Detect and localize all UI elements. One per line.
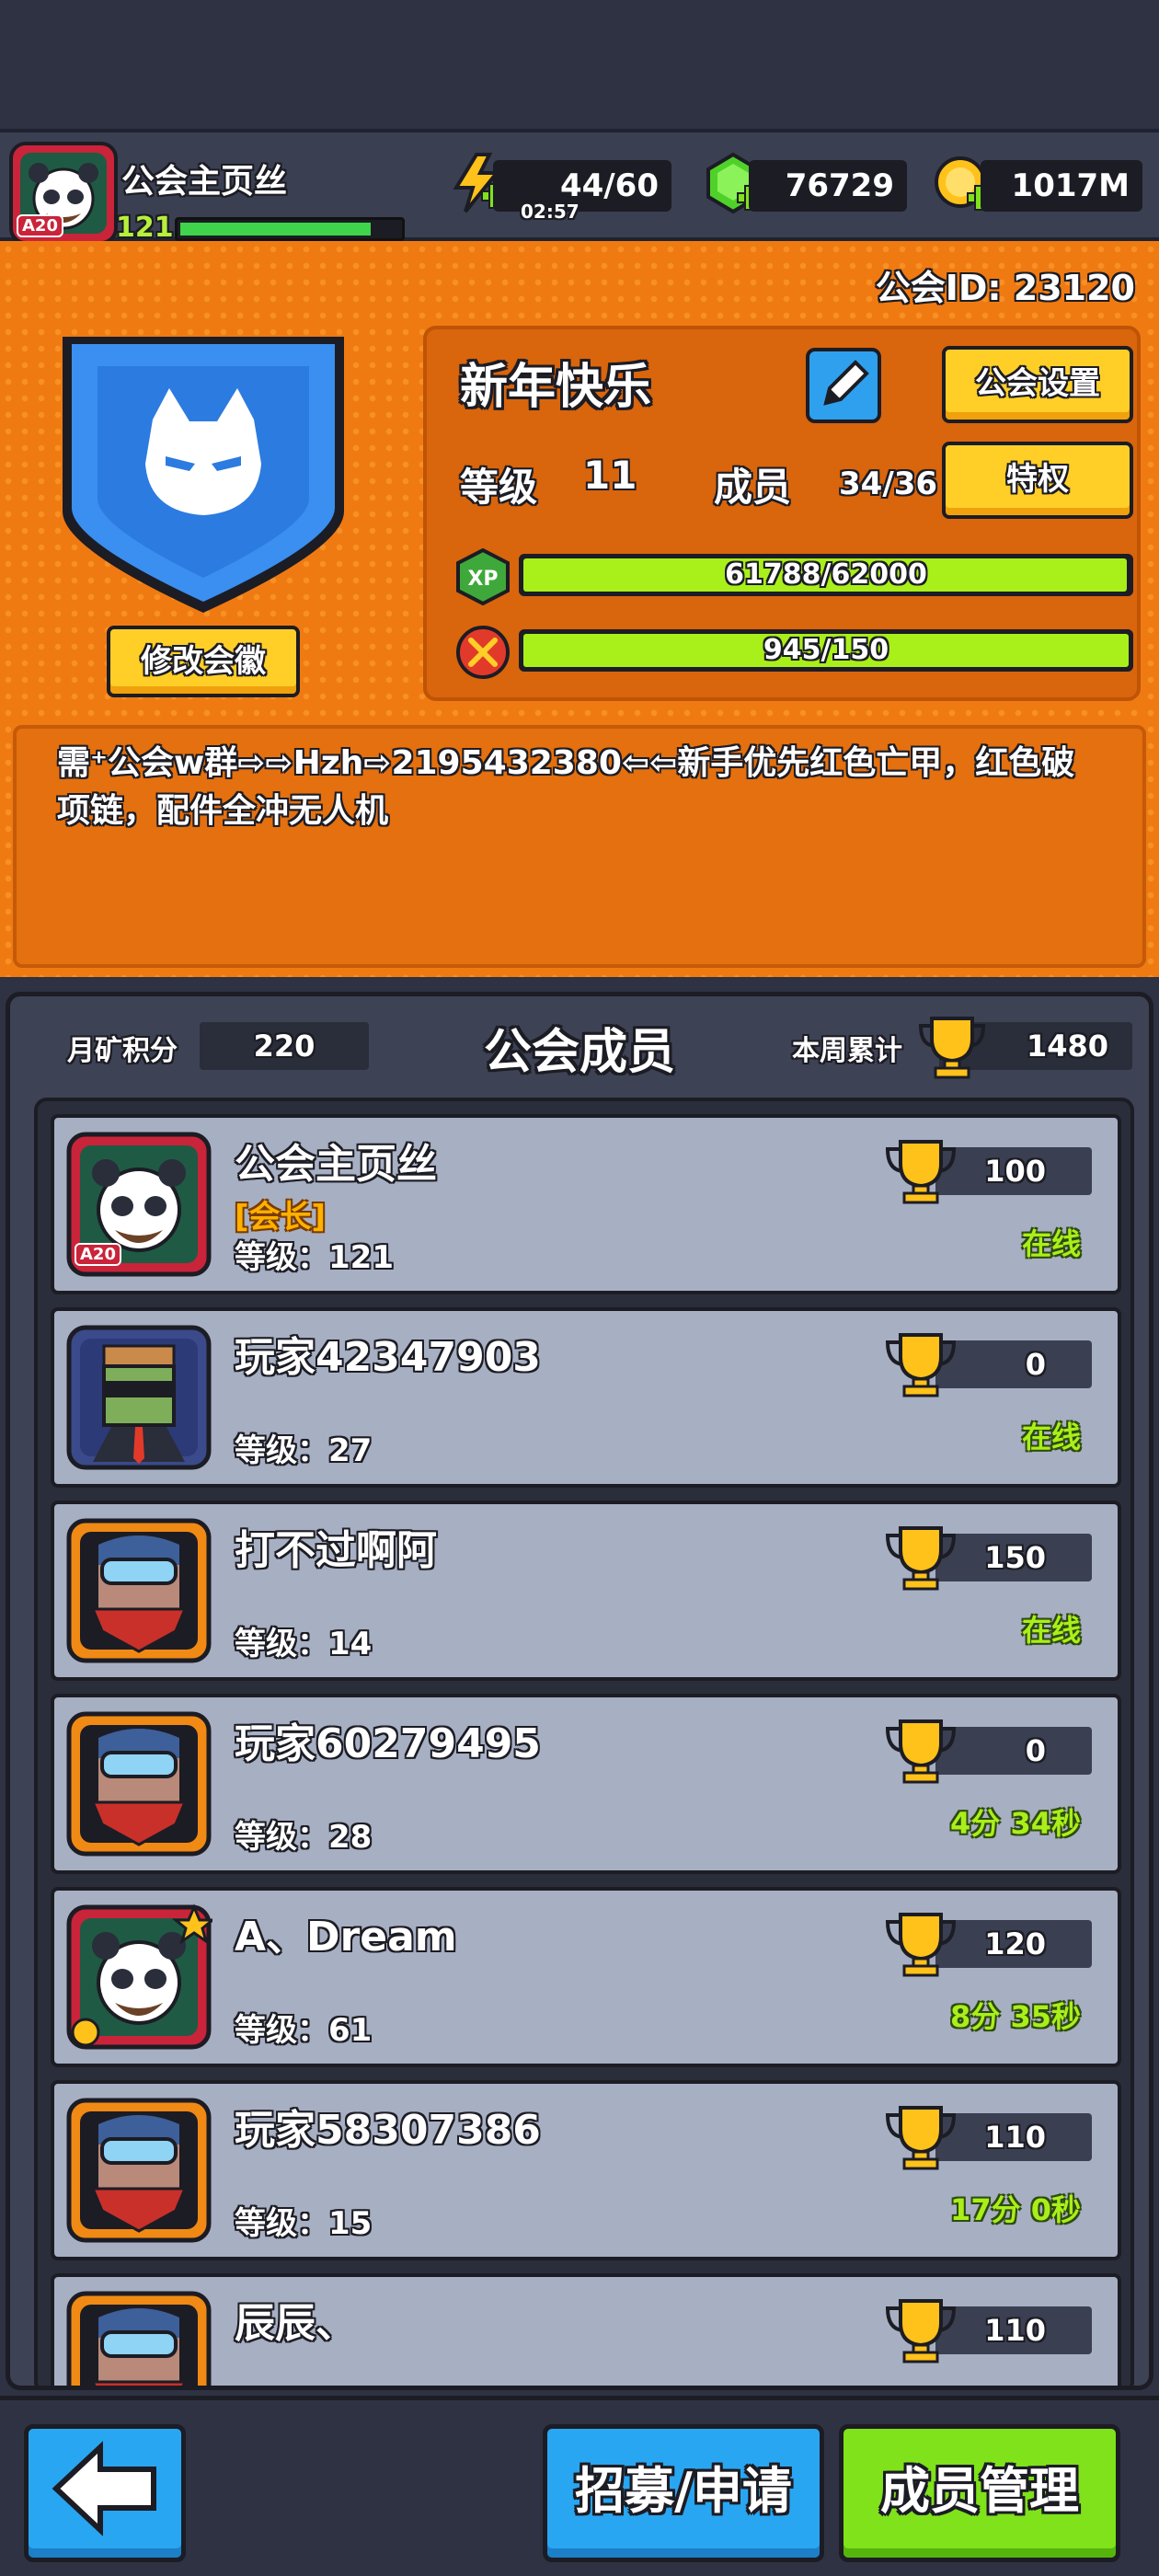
guild-contribution-bar: 945/150: [519, 629, 1133, 672]
player-xp-fill: [180, 223, 372, 236]
change-emblem-button[interactable]: 修改会徽: [107, 626, 300, 697]
trophy-icon: [885, 2106, 957, 2170]
goggles-avatar-icon: [66, 1518, 212, 1663]
trophy-icon: [885, 1526, 957, 1591]
member-name: 玩家60279495: [235, 1720, 541, 1767]
xp-icon: XP: [456, 548, 510, 605]
member-name: 玩家58307386: [235, 2107, 541, 2154]
member-management-button[interactable]: 成员管理: [839, 2424, 1120, 2562]
player-level: 121: [116, 212, 174, 244]
member-role: [会长]: [235, 1199, 327, 1236]
member-row[interactable]: A20 公会主页丝 [会长] 等级：121 100 在线: [51, 1114, 1121, 1294]
back-arrow-icon: [52, 2441, 156, 2536]
goggles-avatar-icon: [66, 2291, 212, 2386]
guild-announcement: 需⁺公会w群⇨⇨Hzh⇨2195432380⇦⇦新手优先红色亡甲，红色破项链，配…: [13, 725, 1146, 968]
trophy-icon: [885, 1913, 957, 1977]
guild-info-panel: 公会ID: 23120 修改会徽 新年快乐 公会设置 等级 11 成员 34/3…: [0, 241, 1159, 977]
guild-level-value: 11: [583, 453, 637, 498]
status-bar-area: [0, 0, 1159, 129]
member-avatar[interactable]: [65, 1903, 217, 2051]
panda-avatar-icon: [66, 1903, 217, 2050]
privilege-button[interactable]: 特权: [942, 442, 1133, 519]
member-row[interactable]: A、Dream 等级：61 120 8分 35秒: [51, 1887, 1121, 2067]
guild-members-count: 34/36: [839, 466, 938, 502]
member-name: 辰辰、: [235, 2300, 356, 2347]
trophy-icon: [885, 2299, 957, 2363]
member-level: 等级：15: [235, 2205, 373, 2242]
member-avatar[interactable]: [65, 1517, 212, 1664]
member-name: 打不过啊阿: [235, 1527, 437, 1574]
goggles-avatar-icon: [66, 2098, 212, 2243]
gems-value: 76729: [749, 160, 907, 212]
trophy-icon: [885, 1333, 957, 1397]
guild-name: 新年快乐: [460, 360, 652, 415]
member-level: 等级：61: [235, 2012, 373, 2049]
guild-id: 公会ID: 23120: [875, 268, 1135, 308]
member-level: 等级：121: [235, 1239, 394, 1276]
tools-emblem-icon: [456, 626, 510, 679]
member-name: A、Dream: [235, 1914, 457, 1961]
member-badge: A20: [75, 1243, 121, 1266]
trophy-icon: [885, 1140, 957, 1204]
member-row[interactable]: 玩家60279495 等级：28 0 4分 34秒: [51, 1694, 1121, 1874]
energy-timer: 02:57: [521, 201, 580, 223]
player-name: 公会主页丝: [121, 163, 288, 201]
gold-value: 1017M: [981, 160, 1142, 212]
member-online-status: 在线: [1021, 1226, 1081, 1261]
member-avatar[interactable]: [65, 2097, 212, 2244]
guild-emblem[interactable]: [52, 318, 355, 622]
bottom-action-bar: 招募/申请 成员管理: [0, 2396, 1159, 2576]
member-row[interactable]: 玩家58307386 等级：15 110 17分 0秒: [51, 2080, 1121, 2260]
member-list[interactable]: A20 公会主页丝 [会长] 等级：121 100 在线 玩家42347903 等级：27 0 在…: [34, 1098, 1134, 2386]
guild-stats-panel: 新年快乐 公会设置 等级 11 成员 34/36 特权 XP 61788/620…: [423, 326, 1141, 701]
guild-settings-button[interactable]: 公会设置: [942, 346, 1133, 423]
goggles-avatar-icon: [66, 1711, 212, 1857]
guild-members-label: 成员: [714, 465, 792, 510]
guild-xp-bar: 61788/62000: [519, 554, 1133, 596]
member-online-status: 8分 35秒: [950, 1999, 1081, 2034]
top-header: A20 公会主页丝 121 44/60 76729 1017M: [0, 129, 1159, 245]
recruit-apply-button[interactable]: 招募/申请: [543, 2424, 824, 2562]
edit-guild-name-button[interactable]: [806, 348, 881, 423]
member-row[interactable]: 玩家42347903 等级：27 0 在线: [51, 1307, 1121, 1488]
member-online-status: 在线: [1021, 1613, 1081, 1648]
weekly-total-label: 本周累计: [792, 1035, 902, 1067]
member-name: 公会主页丝: [235, 1141, 437, 1188]
member-level: 等级：27: [235, 1432, 373, 1469]
back-button[interactable]: [24, 2424, 186, 2562]
pencil-icon: [823, 360, 869, 406]
member-avatar[interactable]: [65, 1710, 212, 1857]
trophy-icon: [885, 1719, 957, 1784]
members-panel: 月矿积分 220 公会成员 本周累计 1480 A20 公会主页丝 [会长] 等级：1…: [6, 992, 1153, 2390]
member-online-status: 在线: [1021, 1420, 1081, 1455]
member-level: 等级：28: [235, 1819, 373, 1856]
member-avatar[interactable]: [65, 2290, 212, 2386]
member-avatar[interactable]: [65, 1324, 212, 1471]
guild-xp-text: 61788/62000: [725, 558, 927, 591]
member-online-status: 4分 34秒: [950, 1806, 1081, 1841]
player-xp-bar: [175, 217, 405, 241]
svg-text:XP: XP: [467, 568, 498, 591]
member-row[interactable]: 打不过啊阿 等级：14 150 在线: [51, 1501, 1121, 1681]
zombie-avatar-icon: [66, 1325, 212, 1470]
member-level: 等级：14: [235, 1626, 373, 1662]
player-avatar[interactable]: A20: [9, 142, 118, 245]
member-row[interactable]: 辰辰、 110: [51, 2273, 1121, 2386]
guild-contribution-text: 945/150: [763, 634, 889, 666]
trophy-icon: [918, 1017, 986, 1079]
member-online-status: 17分 0秒: [950, 2192, 1081, 2227]
cat-shield-icon: [63, 337, 344, 613]
player-badge: A20: [17, 214, 63, 237]
guild-level-label: 等级: [460, 465, 538, 510]
member-name: 玩家42347903: [235, 1334, 541, 1381]
